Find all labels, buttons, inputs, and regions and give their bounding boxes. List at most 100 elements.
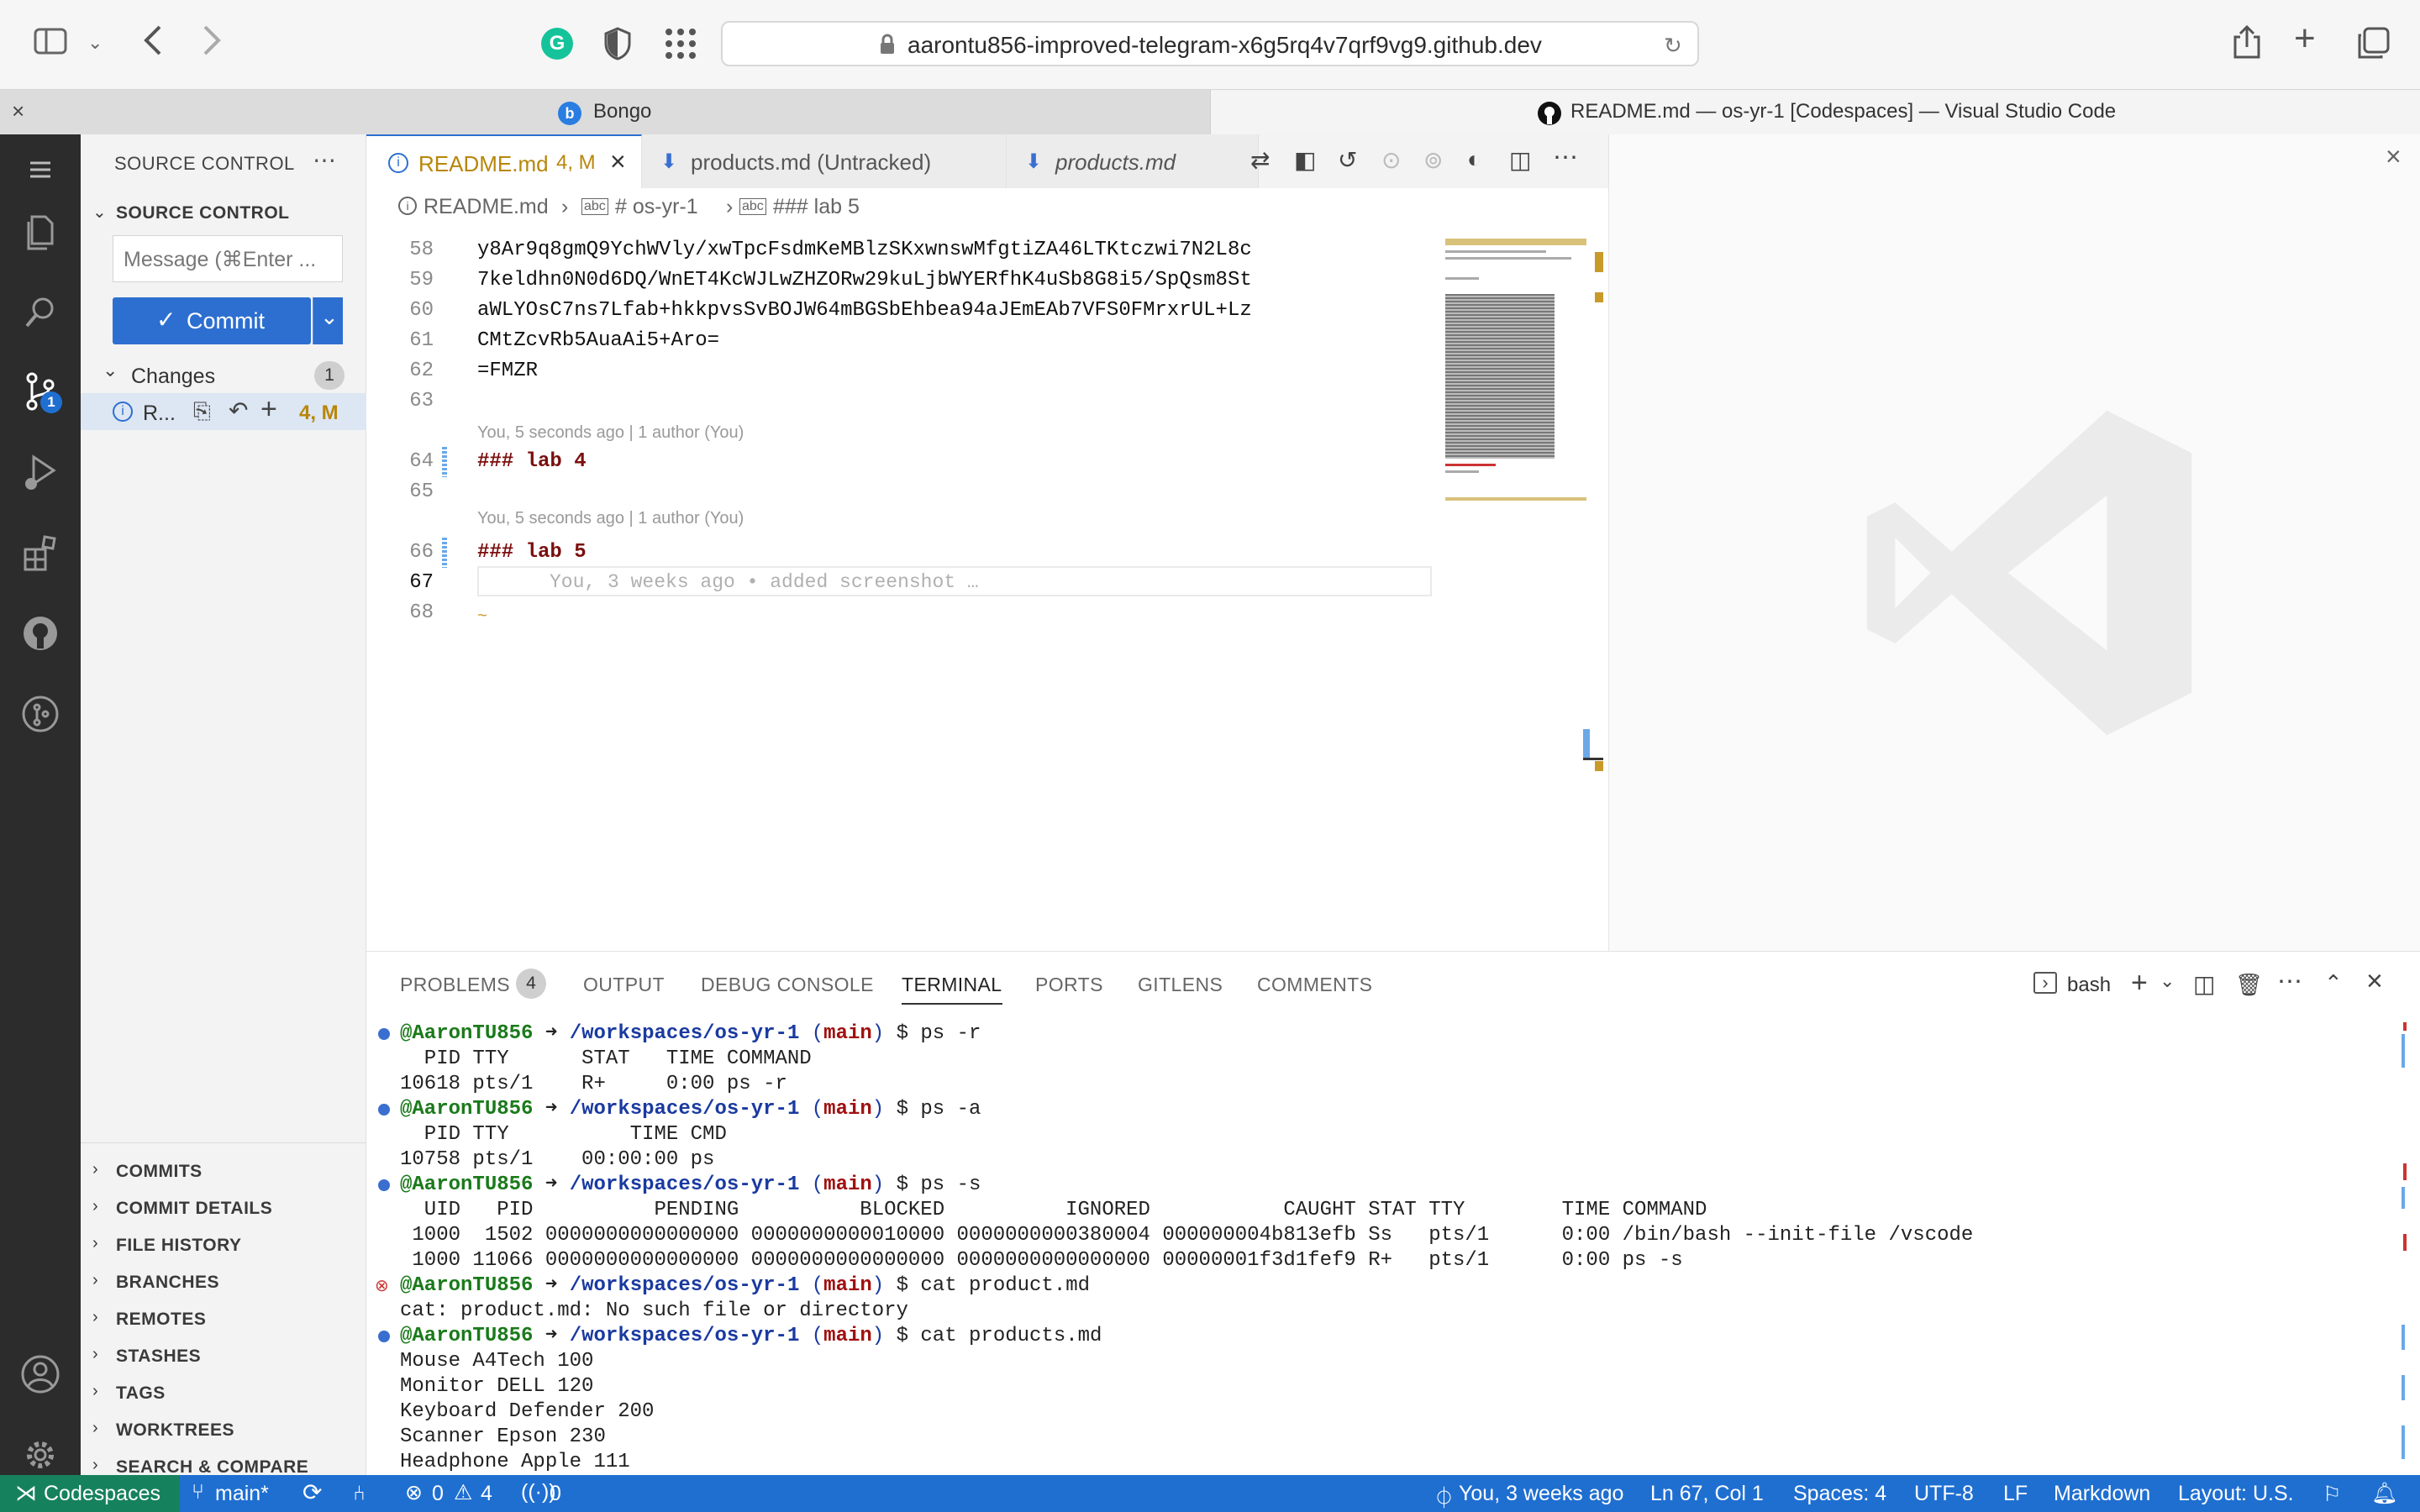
browser-tab-vscode[interactable]: README.md — os-yr-1 [Codespaces] — Visua… (1210, 90, 2420, 134)
change-list-item[interactable]: i R... ⎘ ↶ + 4, M (81, 393, 366, 430)
tab-products[interactable]: ⬇ products.md (1007, 134, 1259, 188)
maximize-panel-icon[interactable]: ⌃ (2324, 970, 2343, 996)
compare-changes-icon[interactable]: ⇄ (1250, 146, 1270, 174)
chevron-down-icon[interactable]: ⌄ (87, 32, 103, 54)
keyboard-layout[interactable]: Layout: U.S. (2178, 1482, 2294, 1506)
breadcrumb-heading-2[interactable]: ### lab 5 (773, 195, 860, 219)
reload-icon[interactable]: ↻ (1664, 33, 1682, 59)
feedback-icon[interactable]: ⚐ (2323, 1482, 2341, 1507)
branch-name[interactable]: main* (215, 1482, 269, 1506)
code-line[interactable]: =FMZR (477, 360, 538, 382)
commit-button[interactable]: ✓ Commit (113, 297, 311, 344)
more-actions-icon[interactable]: ⋯ (1553, 143, 1578, 172)
back-icon[interactable] (141, 24, 165, 57)
code-line[interactable]: aWLYOsC7ns7Lfab+hkkpvsSvBOJW64mBGSbEhbea… (477, 299, 1252, 322)
remote-indicator[interactable]: ⋊ Codespaces (0, 1475, 180, 1512)
explorer-icon[interactable] (18, 210, 62, 254)
panel-tab-gitlens[interactable]: GITLENS (1138, 974, 1223, 996)
new-terminal-icon[interactable]: + (2131, 967, 2148, 1000)
tab-overview-icon[interactable] (2356, 27, 2390, 60)
apps-grid-icon[interactable] (664, 27, 697, 60)
warning-count[interactable]: 4 (481, 1482, 492, 1506)
codelens-blame[interactable]: You, 5 seconds ago | 1 author (You) (477, 509, 744, 528)
indentation[interactable]: Spaces: 4 (1793, 1482, 1886, 1506)
ports-count[interactable]: 0 (550, 1482, 561, 1506)
more-actions-icon[interactable]: ⋯ (2277, 967, 2302, 996)
menu-icon[interactable] (18, 148, 62, 192)
breadcrumb-heading-1[interactable]: # os-yr-1 (615, 195, 698, 219)
search-icon[interactable] (18, 291, 62, 334)
more-actions-icon[interactable]: ⋯ (313, 146, 336, 174)
breadcrumb-file[interactable]: README.md (424, 195, 549, 219)
notifications-icon[interactable]: 🔔︎ (2371, 1482, 2398, 1506)
end-of-line[interactable]: LF (2003, 1482, 2028, 1506)
sidebar-section-header[interactable]: › COMMITS (81, 1152, 366, 1189)
github-icon[interactable] (18, 612, 62, 655)
commit-message-input[interactable]: Message (⌘Enter ... (113, 235, 343, 282)
cursor-position[interactable]: Ln 67, Col 1 (1650, 1482, 1764, 1506)
commit-next-icon[interactable]: ⊚ (1423, 146, 1443, 174)
codelens-blame[interactable]: You, 5 seconds ago | 1 author (You) (477, 423, 744, 443)
chevron-down-icon[interactable]: ⌄ (2160, 970, 2175, 992)
sidebar-section-header[interactable]: › STASHES (81, 1336, 366, 1373)
new-tab-icon[interactable]: + (2294, 20, 2316, 57)
error-count[interactable]: 0 (432, 1482, 444, 1506)
close-icon[interactable]: × (610, 146, 626, 177)
git-graph-icon[interactable]: ⑃ (353, 1482, 366, 1506)
changes-header[interactable]: ⌄ Changes 1 (81, 356, 366, 393)
sidebar-toggle-icon[interactable] (34, 27, 67, 55)
source-control-section-header[interactable]: ⌄ SOURCE CONTROL (81, 193, 366, 230)
terminal-shell-name[interactable]: bash (2067, 974, 2111, 997)
forward-icon[interactable] (200, 24, 224, 57)
commit-prev-icon[interactable]: ⊙ (1381, 146, 1401, 174)
encoding[interactable]: UTF-8 (1914, 1482, 1974, 1506)
sidebar-section-header[interactable]: › FILE HISTORY (81, 1226, 366, 1263)
panel-tab-problems[interactable]: PROBLEMS (400, 974, 510, 996)
language-mode[interactable]: Markdown (2054, 1482, 2150, 1506)
tab-readme[interactable]: i README.md 4, M × (366, 134, 642, 188)
code-line[interactable]: ### lab 4 (477, 450, 587, 473)
gitlens-icon[interactable] (18, 692, 62, 736)
open-file-icon[interactable]: ⎘ (193, 398, 211, 425)
panel-tab-terminal[interactable]: TERMINAL (902, 974, 1002, 1005)
trash-icon[interactable]: 🗑 (2235, 972, 2263, 998)
share-icon[interactable] (2232, 24, 2262, 60)
discard-changes-icon[interactable]: ↶ (229, 396, 248, 424)
gear-icon[interactable] (18, 1433, 62, 1477)
panel-tab-comments[interactable]: COMMENTS (1257, 974, 1372, 996)
terminal-output[interactable]: @AaronTU856 ➜ /workspaces/os-yr-1 (main)… (366, 1022, 2383, 1499)
split-editor-icon[interactable]: ◫ (1509, 146, 1531, 174)
close-tab-icon[interactable]: × (12, 98, 24, 124)
sidebar-section-header[interactable]: › COMMIT DETAILS (81, 1189, 366, 1226)
address-bar[interactable]: aarontu856-improved-telegram-x6g5rq4v7qr… (721, 21, 1699, 66)
sidebar-section-header[interactable]: › WORKTREES (81, 1410, 366, 1447)
sidebar-section-header[interactable]: › TAGS (81, 1373, 366, 1410)
shield-icon[interactable] (603, 27, 632, 60)
extensions-icon[interactable] (18, 531, 62, 575)
open-preview-icon[interactable]: ◧ (1294, 146, 1316, 174)
minimap[interactable] (1444, 227, 1588, 593)
close-panel-icon[interactable]: × (2366, 965, 2383, 998)
panel-tab-output[interactable]: OUTPUT (583, 974, 665, 996)
gitlens-history-icon[interactable]: ◐ (1467, 146, 1481, 173)
source-control-icon[interactable]: 1 (18, 370, 62, 413)
scrollbar-markers[interactable] (1583, 227, 1608, 951)
panel-tab-debug-console[interactable]: DEBUG CONSOLE (701, 974, 874, 996)
close-icon[interactable]: × (2386, 141, 2402, 172)
account-icon[interactable] (18, 1352, 62, 1396)
sync-icon[interactable]: ⟳ (302, 1478, 322, 1506)
code-area[interactable]: 58 y8Ar9q8gmQ9YchWVly/xwTpcFsdmKeMBlzSKxw… (366, 222, 1432, 951)
browser-tab-bongo[interactable]: × b Bongo (0, 90, 1210, 134)
panel-tab-ports[interactable]: PORTS (1035, 974, 1103, 996)
run-debug-icon[interactable] (18, 450, 62, 494)
code-line[interactable]: y8Ar9q8gmQ9YchWVly/xwTpcFsdmKeMBlzSKxwns… (477, 239, 1252, 261)
code-line[interactable]: 7keldhn0N0d6DQ/WnET4KcWJLwZHZORw29kuLjbW… (477, 269, 1252, 291)
tab-products-untracked[interactable]: ⬇ products.md (Untracked) (642, 134, 1007, 188)
grammarly-icon[interactable]: G (541, 28, 573, 60)
code-line[interactable]: CMtZcvRb5AuaAi5+Aro= (477, 329, 719, 352)
commit-dropdown-button[interactable]: ⌄ (313, 297, 343, 344)
code-line[interactable]: ### lab 5 (477, 541, 587, 564)
split-terminal-icon[interactable]: ◫ (2193, 970, 2215, 998)
blame-status[interactable]: You, 3 weeks ago (1459, 1482, 1623, 1506)
gitlens-back-icon[interactable]: ↺ (1338, 146, 1357, 174)
